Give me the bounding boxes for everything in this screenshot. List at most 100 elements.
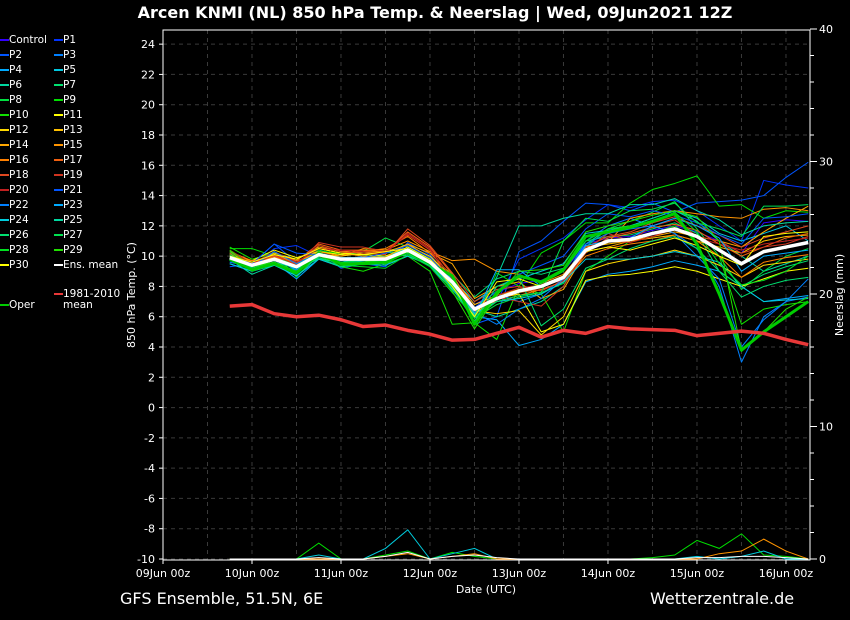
legend-swatch — [0, 39, 9, 41]
legend-swatch — [0, 54, 9, 56]
y-tick-label: 12 — [141, 220, 155, 233]
legend-item: P8 — [0, 93, 22, 108]
legend-item: P13 — [54, 123, 83, 138]
legend-swatch — [54, 114, 63, 116]
legend-swatch — [0, 114, 9, 116]
y-tick-label: 0 — [148, 402, 155, 415]
y2-tick-label: 40 — [819, 23, 833, 36]
legend-item: P9 — [54, 93, 76, 108]
legend-item: P21 — [54, 183, 83, 198]
legend-label: P25 — [63, 214, 83, 226]
x-tick-label: 15Jun 00z — [670, 567, 725, 580]
legend-swatch — [54, 159, 63, 161]
y-tick-label: 22 — [141, 68, 155, 81]
legend-label: P1 — [63, 34, 77, 46]
legend-swatch — [54, 174, 63, 176]
x-tick-label: 14Jun 00z — [581, 567, 636, 580]
legend-label: P20 — [9, 184, 29, 196]
y-tick-label: -10 — [137, 553, 155, 566]
y-tick-label: 10 — [141, 250, 155, 263]
legend-label: P29 — [63, 244, 83, 256]
legend-swatch — [54, 264, 63, 266]
y-tick-label: -4 — [144, 462, 155, 475]
legend-swatch — [54, 129, 63, 131]
y-tick-label: 2 — [148, 371, 155, 384]
legend-item: P27 — [54, 228, 83, 243]
x-tick-label: 16Jun 00z — [759, 567, 814, 580]
legend-label: P28 — [9, 244, 29, 256]
site-credit: Wetterzentrale.de — [650, 589, 795, 608]
y-tick-label: 8 — [148, 280, 155, 293]
legend-item: P16 — [0, 153, 29, 168]
y-tick-label: -8 — [144, 523, 155, 536]
y-tick-label: 6 — [148, 311, 155, 324]
legend-swatch — [54, 189, 63, 191]
legend-item: Ens. mean — [54, 258, 118, 273]
legend-label: P4 — [9, 64, 23, 76]
legend-swatch — [0, 129, 9, 131]
y-tick-label: 16 — [141, 159, 155, 172]
legend-label: P17 — [63, 154, 83, 166]
y-tick-label: 4 — [148, 341, 155, 354]
legend-label: P19 — [63, 169, 83, 181]
legend-label: P24 — [9, 214, 29, 226]
legend-swatch — [0, 84, 9, 86]
legend-label: P9 — [63, 94, 77, 106]
legend-item: P28 — [0, 243, 29, 258]
y-tick-label: -6 — [144, 492, 155, 505]
y-tick-label: 20 — [141, 99, 155, 112]
legend-label: Ens. mean — [63, 259, 119, 271]
legend-label: P10 — [9, 109, 29, 121]
x-tick-label: 12Jun 00z — [403, 567, 458, 580]
legend-item: P5 — [54, 63, 76, 78]
legend-item: P10 — [0, 108, 29, 123]
legend-swatch — [54, 249, 63, 251]
legend-label: P15 — [63, 139, 83, 151]
y-axis-label: 850 hPa Temp. (°C) — [125, 242, 138, 348]
legend-swatch — [0, 174, 9, 176]
legend-swatch — [54, 293, 63, 295]
legend-swatch — [54, 54, 63, 56]
y-tick-label: 14 — [141, 190, 155, 203]
y2-tick-label: 30 — [819, 156, 833, 169]
legend-label: P30 — [9, 259, 29, 271]
legend-item: P12 — [0, 123, 29, 138]
legend-label: P12 — [9, 124, 29, 136]
model-info: GFS Ensemble, 51.5N, 6E — [120, 589, 324, 608]
legend-item: P4 — [0, 63, 22, 78]
legend-item: P11 — [54, 108, 83, 123]
legend-item: P23 — [54, 198, 83, 213]
legend-swatch — [54, 39, 63, 41]
legend-swatch — [0, 159, 9, 161]
legend-swatch — [54, 144, 63, 146]
legend-item: Oper — [0, 298, 35, 313]
legend-item: 1981-2010 mean — [54, 287, 120, 311]
legend-swatch — [0, 234, 9, 236]
legend-item: P3 — [54, 48, 76, 63]
legend-item: P18 — [0, 168, 29, 183]
legend-swatch — [0, 219, 9, 221]
legend-item: P1 — [54, 33, 76, 48]
legend-label: P14 — [9, 139, 29, 151]
x-tick-label: 09Jun 00z — [136, 567, 191, 580]
legend-label: P23 — [63, 199, 83, 211]
legend-item: P24 — [0, 213, 29, 228]
legend-item: P7 — [54, 78, 76, 93]
legend-swatch — [0, 99, 9, 101]
y-tick-label: -2 — [144, 432, 155, 445]
legend-item: P30 — [0, 258, 29, 273]
x-tick-label: 11Jun 00z — [314, 567, 369, 580]
legend-label: P8 — [9, 94, 23, 106]
legend-label: P22 — [9, 199, 29, 211]
legend-item: P20 — [0, 183, 29, 198]
y2-tick-label: 10 — [819, 421, 833, 434]
legend-item: P22 — [0, 198, 29, 213]
legend-label: P3 — [63, 49, 77, 61]
y2-tick-label: 0 — [819, 553, 826, 566]
legend-swatch — [54, 99, 63, 101]
legend-swatch — [0, 249, 9, 251]
y2-axis-label: Neerslag (mm) — [833, 254, 846, 336]
legend-label: Control — [9, 34, 47, 46]
legend-item: P6 — [0, 78, 22, 93]
legend-swatch — [54, 84, 63, 86]
